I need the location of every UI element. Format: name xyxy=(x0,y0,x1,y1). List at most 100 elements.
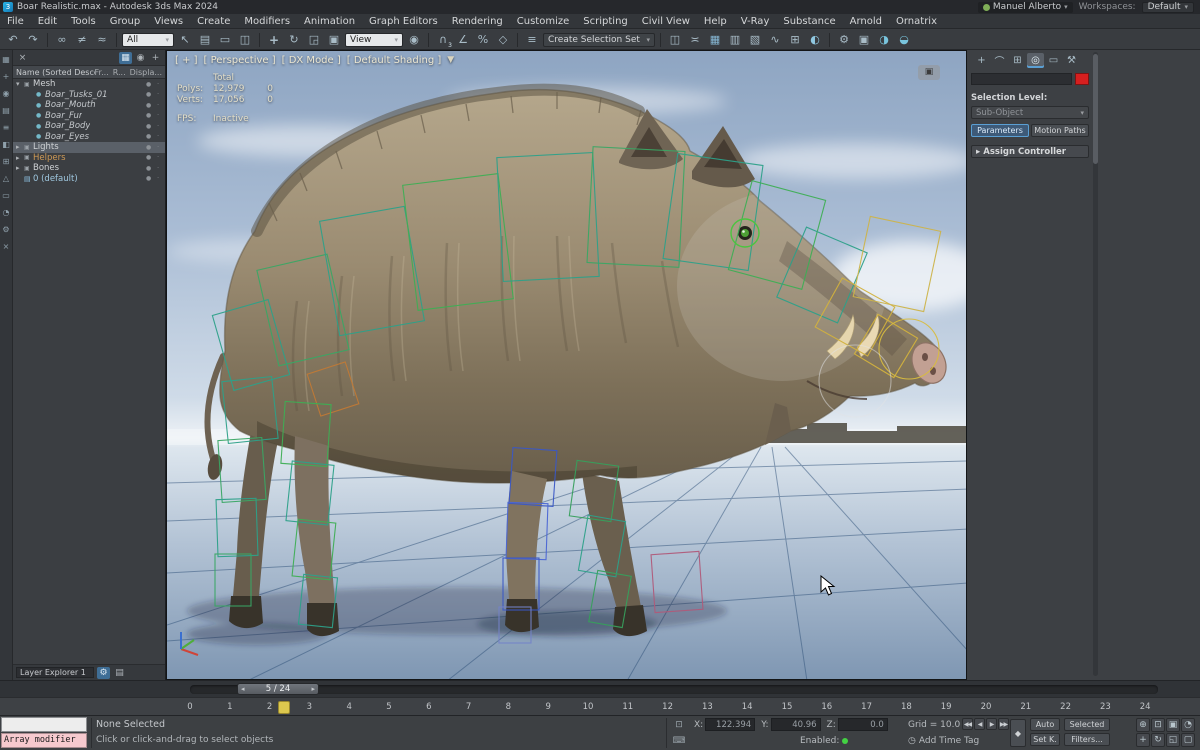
stack-icon[interactable]: ≡ xyxy=(3,124,10,132)
edit-selection-sets-icon[interactable]: ≡ xyxy=(523,32,541,48)
menu-animation[interactable]: Animation xyxy=(297,14,362,29)
assign-controller-rollout[interactable]: ▸ Assign Controller xyxy=(971,145,1089,158)
select-and-link-icon[interactable]: ∞ xyxy=(53,32,71,48)
menu-file[interactable]: File xyxy=(0,14,31,29)
menu-edit[interactable]: Edit xyxy=(31,14,64,29)
user-account-menu[interactable]: Manuel Alberto ▾ xyxy=(977,1,1073,13)
select-and-rotate-icon[interactable]: ↻ xyxy=(285,32,303,48)
current-frame-marker[interactable] xyxy=(278,701,290,714)
motion-paths-button[interactable]: Motion Paths xyxy=(1031,124,1089,137)
use-pivot-point-icon[interactable]: ◉ xyxy=(405,32,423,48)
workspace-dropdown[interactable]: Default ▾ xyxy=(1141,1,1194,13)
percent-snap-icon[interactable]: % xyxy=(474,32,492,48)
reference-coordinate-dropdown[interactable]: View ▾ xyxy=(345,32,403,47)
lock-icon[interactable]: ◉ xyxy=(134,52,147,64)
gear-icon[interactable]: ⚙ xyxy=(97,666,110,679)
menu-modifiers[interactable]: Modifiers xyxy=(237,14,297,29)
selection-filter-dropdown[interactable]: All ▾ xyxy=(122,32,174,47)
previous-frame-arrow-icon[interactable]: ◂ xyxy=(241,685,245,693)
close-icon[interactable]: × xyxy=(3,243,10,251)
undo-icon[interactable]: ↶ xyxy=(4,32,22,48)
pov-viewport-menu[interactable]: [ Perspective ] xyxy=(204,55,276,66)
shading-viewport-menu[interactable]: [ Default Shading ] xyxy=(347,55,442,66)
viewport-layout-icon[interactable]: ▢ xyxy=(1181,733,1195,747)
explorer-row-boar-body[interactable]: ● Boar_Body ● · xyxy=(13,121,165,132)
field-of-view-icon[interactable]: ◔ xyxy=(1181,718,1195,732)
menu-substance[interactable]: Substance xyxy=(776,14,842,29)
menu-rendering[interactable]: Rendering xyxy=(445,14,510,29)
menu-customize[interactable]: Customize xyxy=(510,14,577,29)
display-mode-icon[interactable]: ▦ xyxy=(119,51,132,64)
display-tab[interactable]: ▭ xyxy=(1045,53,1062,68)
menu-graph-editors[interactable]: Graph Editors xyxy=(362,14,445,29)
modify-tab[interactable]: ⌒ xyxy=(991,53,1008,68)
motion-tab[interactable]: ◎ xyxy=(1027,53,1044,68)
bind-to-space-warp-icon[interactable]: ≈ xyxy=(93,32,111,48)
command-panel-scrollbar[interactable] xyxy=(1093,52,1098,676)
explorer-row-boar-mouth[interactable]: ● Boar_Mouth ● · xyxy=(13,100,165,111)
explorer-row-0-default[interactable]: ▤ 0 (default) ● · xyxy=(13,174,165,185)
track-bar[interactable]: 0 1 2 3 4 5 6 7 8 9 10 11 12 13 14 15 16 17 18 19 20 21 22 23 24 xyxy=(0,697,1200,716)
mirror-icon[interactable]: ◫ xyxy=(666,32,684,48)
maxscript-mini-listener[interactable] xyxy=(1,717,87,732)
curve-editor-icon[interactable]: ∿ xyxy=(766,32,784,48)
play-animation-button[interactable]: ▶ xyxy=(986,718,997,730)
menu-ornatrix[interactable]: Ornatrix xyxy=(889,14,944,29)
parameters-button[interactable]: Parameters xyxy=(971,124,1029,137)
explorer-column-header[interactable]: Name (Sorted Descending) Fr... R... Disp… xyxy=(13,66,165,79)
time-icon[interactable]: ◔ xyxy=(3,209,10,217)
menu-tools[interactable]: Tools xyxy=(64,14,103,29)
pivot-icon[interactable]: ◉ xyxy=(3,90,10,98)
shape-icon[interactable]: ▭ xyxy=(2,192,10,200)
material-editor-icon[interactable]: ◐ xyxy=(806,32,824,48)
menu-group[interactable]: Group xyxy=(103,14,147,29)
angle-snap-icon[interactable]: ∠ xyxy=(454,32,472,48)
select-and-scale-icon[interactable]: ◲ xyxy=(305,32,323,48)
set-key-button[interactable]: ◆ xyxy=(1010,719,1026,747)
menu-views[interactable]: Views xyxy=(147,14,190,29)
add-icon[interactable]: + xyxy=(149,52,162,64)
menu-help[interactable]: Help xyxy=(697,14,734,29)
auto-key-button[interactable]: Auto xyxy=(1030,718,1060,731)
grid-icon[interactable]: ⊞ xyxy=(3,158,10,166)
viewport-badge-icon[interactable]: ▣ xyxy=(918,65,940,80)
explorer-row-boar-eyes[interactable]: ● Boar_Eyes ● · xyxy=(13,132,165,143)
perspective-viewport[interactable]: [ + ] [ Perspective ] [ DX Mode ] [ Defa… xyxy=(166,50,967,680)
general-viewport-menu[interactable]: [ + ] xyxy=(175,55,198,66)
maximize-viewport-icon[interactable]: ◱ xyxy=(1166,733,1180,747)
toggle-layer-explorer-icon[interactable]: ▥ xyxy=(726,32,744,48)
select-by-name-icon[interactable]: ▤ xyxy=(196,32,214,48)
explorer-row-bones[interactable]: ▸ ▣ Bones ● · xyxy=(13,163,165,174)
explorer-row-lights[interactable]: ▸ ▣ Lights ● · xyxy=(13,142,165,153)
rendered-frame-window-icon[interactable]: ▣ xyxy=(855,32,873,48)
menu-arnold[interactable]: Arnold xyxy=(843,14,889,29)
key-filters-button[interactable]: Filters... xyxy=(1064,733,1110,746)
close-icon[interactable]: × xyxy=(16,52,29,64)
explorer-row-boar-fur[interactable]: ● Boar_Fur ● · xyxy=(13,111,165,122)
time-slider-handle[interactable]: ◂ 5 / 24 ▸ xyxy=(237,683,319,695)
list-icon[interactable]: ▤ xyxy=(2,107,10,115)
utilities-tab[interactable]: ⚒ xyxy=(1063,53,1080,68)
x-coordinate-field[interactable]: 122.394 xyxy=(705,718,756,731)
menu-scripting[interactable]: Scripting xyxy=(576,14,634,29)
next-frame-arrow-icon[interactable]: ▸ xyxy=(311,685,315,693)
render-production-icon[interactable]: ◑ xyxy=(875,32,893,48)
time-slider-track[interactable] xyxy=(190,685,1158,694)
add-time-tag[interactable]: ◷ Add Time Tag xyxy=(908,736,979,746)
zoom-extents-icon[interactable]: ▣ xyxy=(1166,718,1180,732)
unlink-selection-icon[interactable]: ≠ xyxy=(73,32,91,48)
y-coordinate-field[interactable]: 40.96 xyxy=(770,718,821,731)
go-to-start-button[interactable]: ◀◀ xyxy=(962,718,973,730)
sub-object-dropdown[interactable]: Sub-Object ▾ xyxy=(971,106,1089,119)
list-icon[interactable]: ▤ xyxy=(113,667,126,679)
render-setup-icon[interactable]: ⚙ xyxy=(835,32,853,48)
render-vray-icon[interactable]: ◒ xyxy=(895,32,913,48)
spinner-snap-icon[interactable]: ◇ xyxy=(494,32,512,48)
select-object-icon[interactable]: ↖ xyxy=(176,32,194,48)
split-view-icon[interactable]: ◧ xyxy=(2,141,10,149)
previous-frame-button[interactable]: ◀ xyxy=(974,718,985,730)
snap-toggle-icon[interactable]: ∩ 3 xyxy=(434,32,452,49)
orbit-icon[interactable]: ↻ xyxy=(1151,733,1165,747)
mode-viewport-menu[interactable]: [ DX Mode ] xyxy=(282,55,341,66)
key-selected-dropdown[interactable]: Selected xyxy=(1064,718,1110,731)
